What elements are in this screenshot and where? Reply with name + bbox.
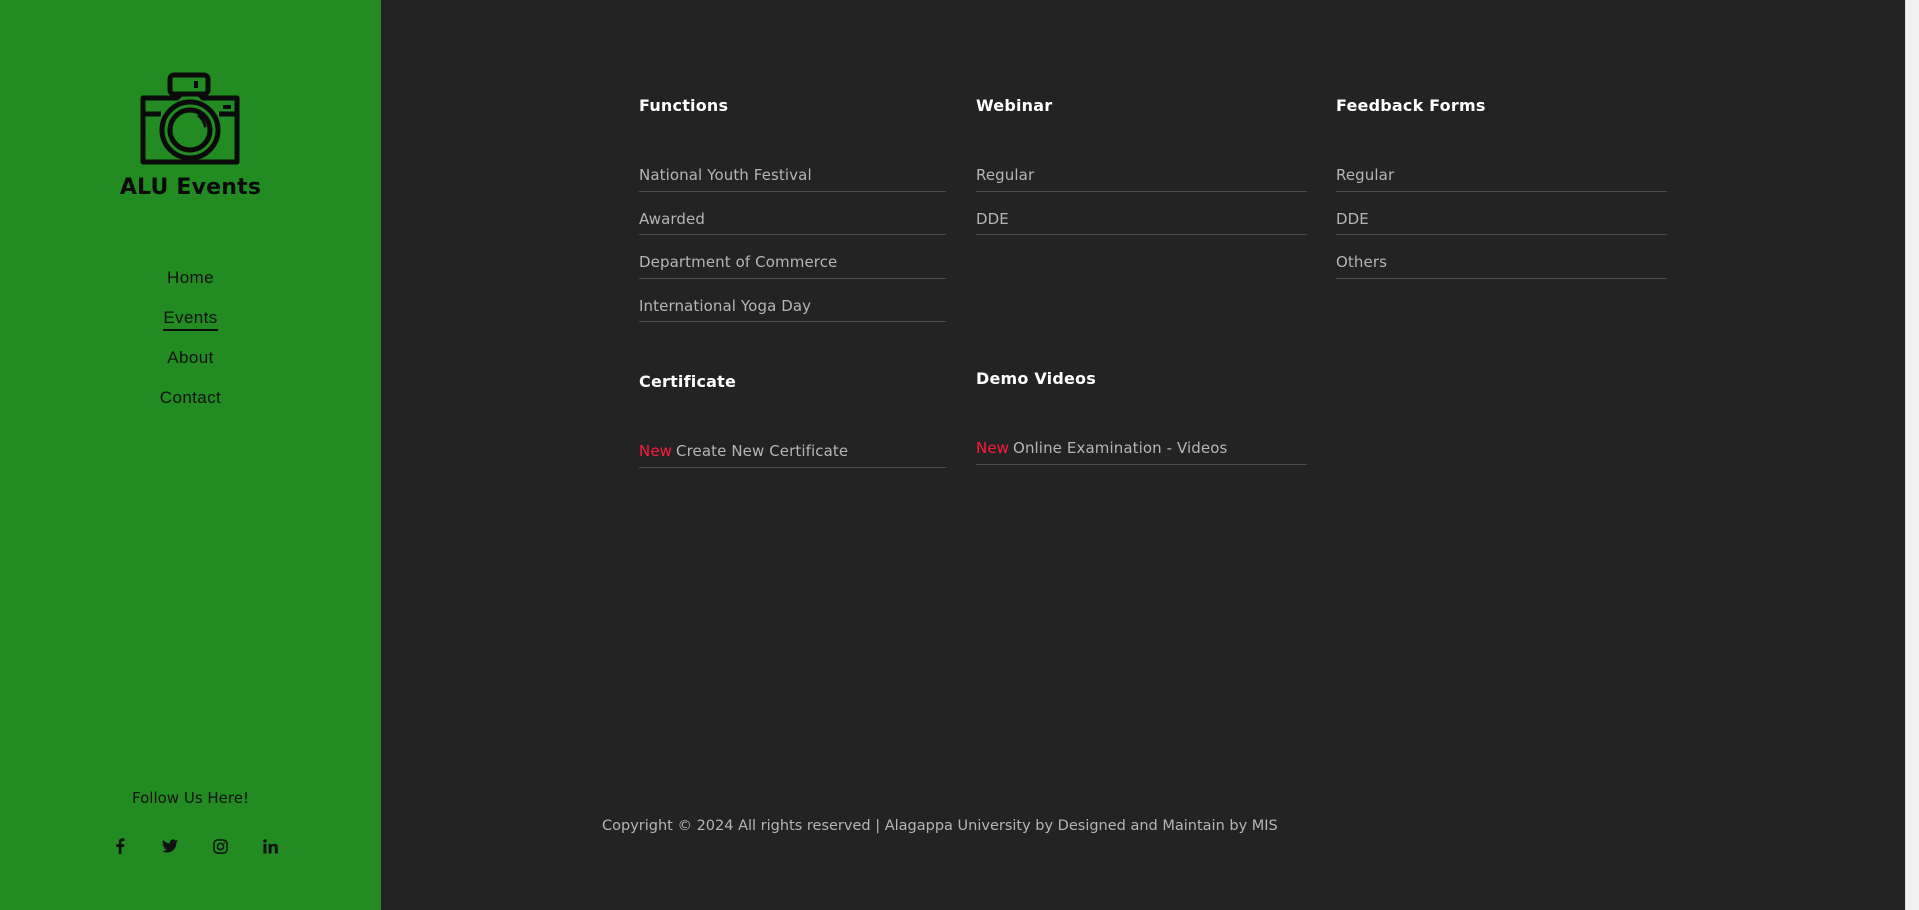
webinar-list: Regular DDE [976,148,1307,235]
demo-videos-link[interactable]: New Online Examination - Videos [976,439,1227,457]
feedback-link[interactable]: Regular [1336,166,1394,184]
new-badge: New [976,439,1010,458]
demo-videos-list: New Online Examination - Videos [976,421,1307,465]
functions-list: National Youth Festival Awarded Departme… [639,148,946,322]
list-item: Regular [976,148,1307,192]
functions-link[interactable]: Awarded [639,210,705,228]
list-item: Regular [1336,148,1667,192]
nav-about[interactable]: About [0,346,381,386]
webinar-link[interactable]: Regular [976,166,1034,184]
list-item: International Yoga Day [639,279,946,322]
demo-videos-heading: Demo Videos [976,369,1096,388]
certificate-list: New Create New Certificate [639,424,946,468]
nav-events-label: Events [163,308,218,331]
nav-events[interactable]: Events [0,306,381,346]
sidebar: ALU Events Home Events About Contact Fol… [0,0,381,910]
camera-icon[interactable] [137,72,243,166]
main-nav: Home Events About Contact [0,266,381,426]
footer-copyright: Copyright © 2024 All rights reserved | A… [602,818,1278,834]
list-item: New Online Examination - Videos [976,421,1307,465]
feedback-list: Regular DDE Others [1336,148,1667,279]
linkedin-icon[interactable] [258,836,282,856]
list-item: DDE [1336,192,1667,235]
webinar-link[interactable]: DDE [976,210,1009,228]
follow-label: Follow Us Here! [132,789,249,807]
feedback-link[interactable]: DDE [1336,210,1369,228]
webinar-heading: Webinar [976,96,1053,115]
list-item: New Create New Certificate [639,424,946,468]
list-item: Others [1336,235,1667,279]
twitter-icon[interactable] [158,836,182,856]
create-certificate-link[interactable]: New Create New Certificate [639,442,848,460]
list-item: Awarded [639,192,946,235]
nav-home-label: Home [167,268,214,287]
feedback-link[interactable]: Others [1336,253,1387,271]
page-scrollbar[interactable] [1905,0,1919,910]
nav-about-label: About [167,348,214,367]
list-item: DDE [976,192,1307,235]
page: ALU Events Home Events About Contact Fol… [0,0,1919,910]
certificate-heading: Certificate [639,372,737,391]
nav-home[interactable]: Home [0,266,381,306]
facebook-icon[interactable] [108,836,132,856]
feedback-heading: Feedback Forms [1336,96,1486,115]
functions-link[interactable]: Department of Commerce [639,253,837,271]
functions-link[interactable]: National Youth Festival [639,166,812,184]
list-item: Department of Commerce [639,235,946,279]
list-item: National Youth Festival [639,148,946,192]
brand-title[interactable]: ALU Events [0,175,381,200]
new-badge: New [639,442,673,461]
demo-videos-label: Online Examination - Videos [1013,439,1228,458]
nav-contact[interactable]: Contact [0,386,381,426]
create-certificate-label: Create New Certificate [676,442,849,461]
instagram-icon[interactable] [208,836,232,856]
nav-contact-label: Contact [159,388,222,407]
functions-link[interactable]: International Yoga Day [639,297,811,315]
functions-heading: Functions [639,96,729,115]
